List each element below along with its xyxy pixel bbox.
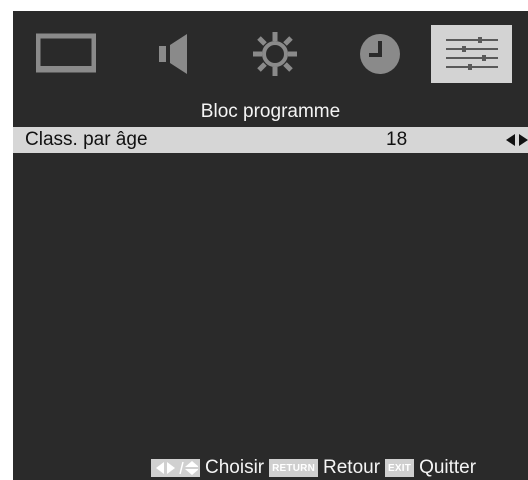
clock-icon	[360, 34, 400, 74]
sound-icon	[159, 34, 187, 74]
choose-label: Choisir	[205, 457, 265, 478]
menu-row-age-rating[interactable]: Class. par âge 18	[13, 127, 528, 153]
tv-osd-menu: Bloc programme Class. par âge 18 Choisir…	[13, 11, 528, 480]
tab-options[interactable]	[431, 25, 512, 83]
tab-sound[interactable]	[136, 25, 216, 83]
options-sliders-icon	[445, 37, 498, 70]
page-title: Bloc programme	[200, 101, 341, 122]
return-key-badge: RETURN	[269, 459, 318, 477]
navigation-keys-icon	[151, 459, 200, 477]
settings-icon	[253, 32, 297, 76]
tab-settings[interactable]	[235, 25, 315, 83]
return-label: Retour	[323, 457, 381, 478]
picture-icon	[36, 33, 96, 73]
exit-label: Quitter	[419, 457, 477, 478]
tab-timer[interactable]	[340, 25, 420, 83]
footer-help-bar: Choisir RETURN Retour EXIT Quitter	[151, 456, 476, 480]
row-value: 18	[386, 129, 408, 150]
menu-tab-bar	[13, 11, 528, 93]
left-right-arrows-icon[interactable]	[506, 134, 528, 146]
exit-key-badge: EXIT	[385, 459, 415, 477]
tab-picture[interactable]	[26, 25, 106, 83]
row-label: Class. par âge	[25, 129, 148, 150]
